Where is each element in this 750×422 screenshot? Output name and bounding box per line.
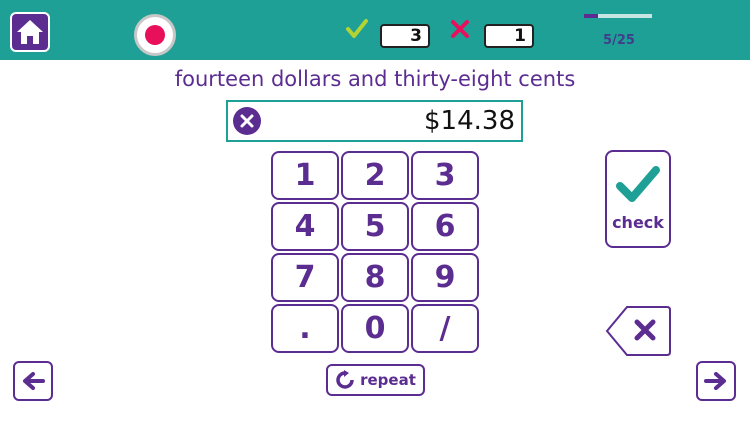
backspace-button[interactable] <box>605 305 672 357</box>
checkmark-icon <box>616 166 660 202</box>
arrow-left-icon <box>23 372 45 390</box>
home-icon <box>17 20 43 44</box>
correct-count: 3 <box>380 24 430 48</box>
check-label: check <box>612 213 664 232</box>
key-0[interactable]: 0 <box>341 304 409 353</box>
key-4[interactable]: 4 <box>271 202 339 251</box>
key-6[interactable]: 6 <box>411 202 479 251</box>
repeat-label: repeat <box>360 371 416 389</box>
answer-field[interactable]: $14.38 <box>226 100 523 142</box>
key-5[interactable]: 5 <box>341 202 409 251</box>
progress-fill <box>584 14 598 18</box>
wrong-count: 1 <box>484 24 534 48</box>
check-button[interactable]: check <box>605 150 671 248</box>
arrow-right-icon <box>704 372 726 390</box>
key-9[interactable]: 9 <box>411 253 479 302</box>
key-8[interactable]: 8 <box>341 253 409 302</box>
key-decimal[interactable]: . <box>271 304 339 353</box>
next-button[interactable] <box>696 361 736 401</box>
record-button[interactable] <box>134 14 176 56</box>
clear-icon <box>240 114 254 128</box>
key-7[interactable]: 7 <box>271 253 339 302</box>
key-3[interactable]: 3 <box>411 151 479 200</box>
home-button[interactable] <box>10 12 50 52</box>
key-1[interactable]: 1 <box>271 151 339 200</box>
progress-bar <box>584 14 652 18</box>
previous-button[interactable] <box>13 361 53 401</box>
repeat-button[interactable]: repeat <box>326 364 425 396</box>
top-bar: 3 1 5/25 <box>0 0 750 60</box>
cross-icon <box>451 20 469 38</box>
progress-label: 5/25 <box>603 33 635 48</box>
record-icon <box>145 25 165 45</box>
checkmark-icon <box>346 19 368 38</box>
key-slash[interactable]: / <box>411 304 479 353</box>
clear-button[interactable] <box>233 107 261 135</box>
repeat-icon <box>336 370 354 389</box>
question-prompt: fourteen dollars and thirty-eight cents <box>174 67 576 91</box>
answer-value: $14.38 <box>424 106 515 136</box>
key-2[interactable]: 2 <box>341 151 409 200</box>
